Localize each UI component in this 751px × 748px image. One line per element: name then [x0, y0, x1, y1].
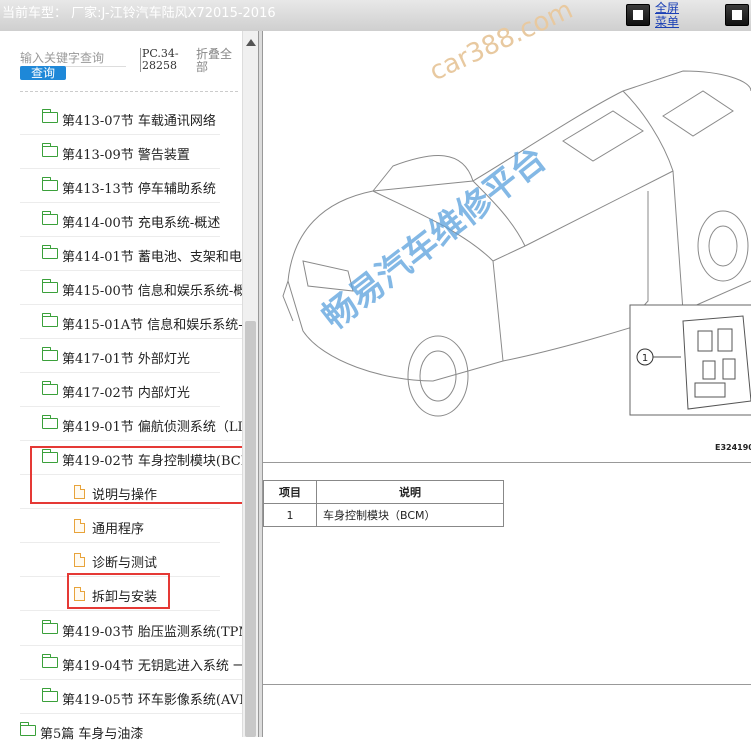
pc-code-line-2: 28258	[142, 59, 177, 72]
highlight-box-bcm	[30, 446, 253, 504]
folder-icon	[42, 347, 58, 361]
tree-item-label: 第415-00节 信息和娱乐系统-概述	[62, 284, 242, 299]
tree-item-417-02[interactable]: 第417-02节 内部灯光	[20, 373, 220, 407]
current-model-title: 当前车型： 厂家:J-江铃汽车陆风X72015-2016	[2, 6, 276, 21]
table-cell-description: 车身控制模块（BCM）	[316, 503, 504, 527]
menu-label: 菜单	[655, 15, 680, 29]
tree-item-label: 第5篇 车身与油漆	[40, 727, 144, 742]
document-icon	[74, 519, 85, 533]
folder-icon	[42, 620, 58, 634]
tree-item-label: 第419-01节 偏航侦测系统（LDW	[62, 420, 242, 435]
tree-item-label: 第414-01节 蓄电池、支架和电缆	[62, 250, 242, 265]
tree-item-414-00[interactable]: 第414-00节 充电系统-概述	[20, 203, 220, 237]
folder-icon	[42, 211, 58, 225]
tree-item-label: 第419-03节 胎压监测系统(TPMS	[62, 625, 242, 640]
collapse-all-label-2: 部	[196, 60, 209, 74]
toggle-panel-button[interactable]	[725, 4, 749, 26]
fullscreen-button[interactable]	[626, 4, 650, 26]
tree-item-label: 第413-07节 车载通讯网络	[62, 114, 216, 129]
tree-item-part-5[interactable]: 第5篇 车身与油漆	[0, 714, 242, 748]
sidebar-scrollbar[interactable]	[242, 31, 259, 737]
collapse-all-button[interactable]: 折叠全 部	[196, 48, 232, 74]
tree-item-415-01a[interactable]: 第415-01A节 信息和娱乐系统-D	[20, 305, 242, 339]
toggle-panel-icon	[732, 10, 742, 20]
tree-item-label: 第419-05节 环车影像系统(AVM)	[62, 693, 242, 708]
tree-item-417-01[interactable]: 第417-01节 外部灯光	[20, 339, 220, 373]
folder-icon	[42, 279, 58, 293]
content-bottom-divider	[263, 684, 751, 685]
folder-icon	[42, 688, 58, 702]
query-button[interactable]: 查询	[20, 66, 66, 80]
pc-code: PC.34- 28258	[140, 48, 179, 72]
folder-icon	[20, 722, 36, 736]
folder-icon	[42, 654, 58, 668]
table-header-row: 项目 说明	[263, 480, 504, 504]
separator	[20, 91, 238, 92]
table-row: 1 车身控制模块（BCM）	[263, 503, 504, 527]
content-panel: 1	[263, 31, 751, 737]
folder-icon	[42, 177, 58, 191]
tree-item-413-09[interactable]: 第413-09节 警告装置	[20, 135, 220, 169]
car-illustration: 1	[282, 70, 751, 417]
fullscreen-icon	[633, 10, 643, 20]
tree-item-label: 第417-02节 内部灯光	[62, 386, 190, 401]
scroll-up-arrow-icon[interactable]	[246, 39, 256, 46]
folder-icon	[42, 415, 58, 429]
tree-item-419-05[interactable]: 第419-05节 环车影像系统(AVM)	[20, 680, 242, 714]
fullscreen-menu-link[interactable]: 全屏 菜单	[655, 1, 679, 29]
tree-item-general-procedures[interactable]: 通用程序	[20, 509, 220, 543]
scroll-thumb[interactable]	[245, 321, 256, 737]
tree-item-label: 通用程序	[92, 522, 145, 537]
tree-item-414-01[interactable]: 第414-01节 蓄电池、支架和电缆	[20, 237, 242, 271]
tree-item-label: 第417-01节 外部灯光	[62, 352, 190, 367]
document-icon	[74, 553, 85, 567]
figure-code: E324190Z	[715, 443, 751, 452]
tree-item-label: 第413-13节 停车辅助系统	[62, 182, 216, 197]
table-cell-item: 1	[263, 503, 317, 527]
tree-item-413-13[interactable]: 第413-13节 停车辅助系统	[20, 169, 220, 203]
top-bar: 当前车型： 厂家:J-江铃汽车陆风X72015-2016 全屏 菜单	[0, 0, 751, 32]
folder-icon	[42, 381, 58, 395]
parts-table: 项目 说明 1 车身控制模块（BCM）	[263, 480, 504, 527]
tree-item-label: 第419-04节 无钥匙进入系统 一键	[62, 659, 242, 674]
figure-divider	[263, 462, 751, 463]
highlight-box-removal	[67, 573, 170, 609]
table-header-item: 项目	[263, 480, 317, 504]
tree-item-label: 第414-00节 充电系统-概述	[62, 216, 220, 231]
tree-item-419-01[interactable]: 第419-01节 偏航侦测系统（LDW	[20, 407, 242, 441]
table-header-description: 说明	[316, 480, 504, 504]
folder-icon	[42, 313, 58, 327]
tree-item-label: 第413-09节 警告装置	[62, 148, 190, 163]
tree-item-419-03[interactable]: 第419-03节 胎压监测系统(TPMS	[20, 612, 242, 646]
tree-item-419-04[interactable]: 第419-04节 无钥匙进入系统 一键	[20, 646, 242, 680]
folder-icon	[42, 245, 58, 259]
tree-item-label: 诊断与测试	[92, 556, 158, 571]
search-input[interactable]	[20, 50, 126, 67]
callout-number: 1	[642, 353, 648, 364]
tree-item-label: 第415-01A节 信息和娱乐系统-D	[62, 318, 242, 333]
tree-item-diagnosis-testing[interactable]: 诊断与测试	[20, 543, 220, 577]
folder-icon	[42, 143, 58, 157]
collapse-all-label-1: 折叠全	[196, 47, 233, 61]
fullscreen-label: 全屏	[655, 1, 680, 15]
folder-icon	[42, 109, 58, 123]
tree-item-415-00[interactable]: 第415-00节 信息和娱乐系统-概述	[20, 271, 242, 305]
tree-item-413-07[interactable]: 第413-07节 车载通讯网络	[20, 101, 220, 135]
